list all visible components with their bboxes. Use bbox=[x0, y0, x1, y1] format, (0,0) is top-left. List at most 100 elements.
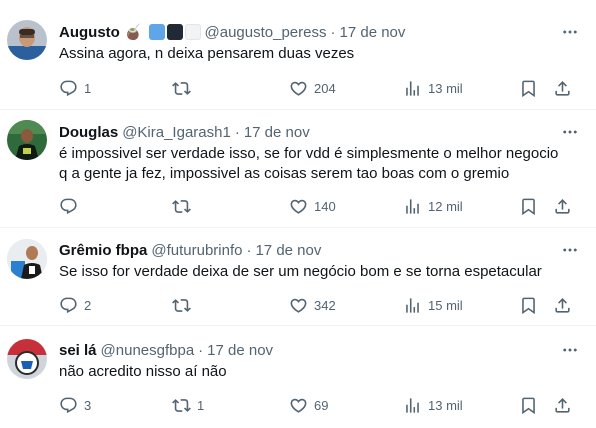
display-name[interactable]: Grêmio fbpa bbox=[59, 242, 147, 259]
username[interactable]: @Kira_Igarash1 bbox=[122, 124, 231, 141]
views-button[interactable]: 12 mil bbox=[403, 196, 463, 216]
views-button[interactable]: 15 mil bbox=[403, 295, 463, 315]
timestamp[interactable]: 17 de nov bbox=[340, 24, 406, 41]
bookmark-button[interactable] bbox=[519, 196, 538, 216]
display-name[interactable]: sei lá bbox=[59, 342, 97, 359]
retweet-button[interactable]: 1 bbox=[172, 395, 204, 415]
reply-icon bbox=[59, 197, 78, 216]
separator-dot: · bbox=[234, 123, 240, 141]
like-icon bbox=[289, 79, 308, 98]
retweet-count: 1 bbox=[197, 397, 205, 413]
bookmark-icon bbox=[519, 197, 538, 216]
separator-dot: · bbox=[330, 23, 336, 41]
reply-count: 1 bbox=[84, 80, 92, 96]
badge-dark-icon bbox=[166, 24, 183, 40]
avatar[interactable] bbox=[7, 239, 47, 279]
avatar[interactable] bbox=[7, 20, 47, 60]
action-bar: 140 12 mil bbox=[50, 196, 586, 216]
avatar[interactable] bbox=[7, 120, 47, 160]
action-bar: 1 204 13 mil bbox=[50, 78, 586, 98]
reply-icon bbox=[59, 79, 78, 98]
like-icon bbox=[289, 396, 308, 415]
bookmark-icon bbox=[519, 396, 538, 415]
timestamp[interactable]: 17 de nov bbox=[207, 342, 273, 359]
timestamp[interactable]: 17 de nov bbox=[244, 124, 310, 141]
retweet-icon bbox=[172, 396, 191, 415]
separator-dot: · bbox=[246, 241, 252, 259]
action-bar: 2 342 15 mil bbox=[50, 295, 586, 315]
share-button[interactable] bbox=[553, 78, 572, 98]
bookmark-icon bbox=[519, 296, 538, 315]
like-icon bbox=[289, 197, 308, 216]
username[interactable]: @futurubrinfo bbox=[151, 242, 242, 259]
reply-button[interactable]: 3 bbox=[59, 395, 91, 415]
views-count: 13 mil bbox=[428, 397, 463, 413]
tweet-text: não acredito nisso aí não bbox=[59, 363, 227, 380]
views-icon bbox=[403, 396, 422, 415]
tweet[interactable]: Grêmio fbpa @futurubrinfo · 17 de nov Se… bbox=[0, 228, 596, 326]
like-button[interactable]: 140 bbox=[289, 196, 336, 216]
display-name[interactable]: Douglas bbox=[59, 124, 118, 141]
separator-dot: · bbox=[198, 341, 204, 359]
share-icon bbox=[553, 396, 572, 415]
tweet[interactable]: Augusto 🧉 @augusto_peress · 17 de nov As… bbox=[0, 0, 596, 110]
retweet-button[interactable] bbox=[172, 196, 197, 216]
views-count: 13 mil bbox=[428, 80, 463, 96]
share-icon bbox=[553, 79, 572, 98]
avatar[interactable] bbox=[7, 339, 47, 379]
retweet-button[interactable] bbox=[172, 78, 197, 98]
username[interactable]: @augusto_peress bbox=[205, 24, 327, 41]
share-button[interactable] bbox=[553, 295, 572, 315]
tweet[interactable]: Douglas @Kira_Igarash1 · 17 de nov é imp… bbox=[0, 110, 596, 228]
like-button[interactable]: 69 bbox=[289, 395, 328, 415]
retweet-icon bbox=[172, 197, 191, 216]
tweet-header: Augusto 🧉 @augusto_peress · 17 de nov bbox=[59, 22, 405, 42]
share-button[interactable] bbox=[553, 196, 572, 216]
like-count: 140 bbox=[314, 198, 336, 214]
tweet-text: Assina agora, n deixa pensarem duas veze… bbox=[59, 45, 355, 62]
mate-emoji: 🧉 bbox=[123, 24, 143, 41]
views-icon bbox=[403, 296, 422, 315]
reply-count: 2 bbox=[84, 297, 92, 313]
more-icon[interactable] bbox=[560, 22, 580, 42]
tweet-text-line: é impossivel ser verdade isso, se for vd… bbox=[59, 145, 559, 162]
action-bar: 3 1 69 13 mil bbox=[50, 395, 586, 415]
retweet-icon bbox=[172, 79, 191, 98]
badge-white-icon bbox=[184, 24, 201, 40]
share-icon bbox=[553, 296, 572, 315]
tweet-text-line: q a gente ja fez, impossivel as coisas s… bbox=[59, 165, 510, 182]
bookmark-button[interactable] bbox=[519, 395, 538, 415]
more-icon[interactable] bbox=[560, 240, 580, 260]
like-button[interactable]: 204 bbox=[289, 78, 336, 98]
tweet-text: é impossivel ser verdade isso, se for vd… bbox=[59, 144, 579, 184]
reply-button[interactable]: 2 bbox=[59, 295, 91, 315]
tweet[interactable]: sei lá @nunesgfbpa · 17 de nov não acred… bbox=[0, 326, 596, 428]
display-name[interactable]: Augusto bbox=[59, 24, 120, 41]
share-icon bbox=[553, 197, 572, 216]
views-button[interactable]: 13 mil bbox=[403, 78, 463, 98]
reply-button[interactable]: 1 bbox=[59, 78, 91, 98]
retweet-button[interactable] bbox=[172, 295, 197, 315]
tweet-header: sei lá @nunesgfbpa · 17 de nov bbox=[59, 340, 273, 360]
tweet-header: Douglas @Kira_Igarash1 · 17 de nov bbox=[59, 122, 310, 142]
like-icon bbox=[289, 296, 308, 315]
tweet-header: Grêmio fbpa @futurubrinfo · 17 de nov bbox=[59, 240, 321, 260]
timestamp[interactable]: 17 de nov bbox=[255, 242, 321, 259]
views-icon bbox=[403, 79, 422, 98]
username[interactable]: @nunesgfbpa bbox=[101, 342, 195, 359]
tweet-text: Se isso for verdade deixa de ser um negó… bbox=[59, 263, 542, 280]
badge-blue-icon bbox=[148, 24, 165, 40]
like-count: 342 bbox=[314, 297, 336, 313]
share-button[interactable] bbox=[553, 395, 572, 415]
views-button[interactable]: 13 mil bbox=[403, 395, 463, 415]
views-count: 12 mil bbox=[428, 198, 463, 214]
bookmark-button[interactable] bbox=[519, 295, 538, 315]
more-icon[interactable] bbox=[560, 340, 580, 360]
bookmark-button[interactable] bbox=[519, 78, 538, 98]
more-icon[interactable] bbox=[560, 122, 580, 142]
bookmark-icon bbox=[519, 79, 538, 98]
like-button[interactable]: 342 bbox=[289, 295, 336, 315]
reply-count: 3 bbox=[84, 397, 92, 413]
reply-button[interactable] bbox=[59, 196, 84, 216]
like-count: 69 bbox=[314, 397, 329, 413]
